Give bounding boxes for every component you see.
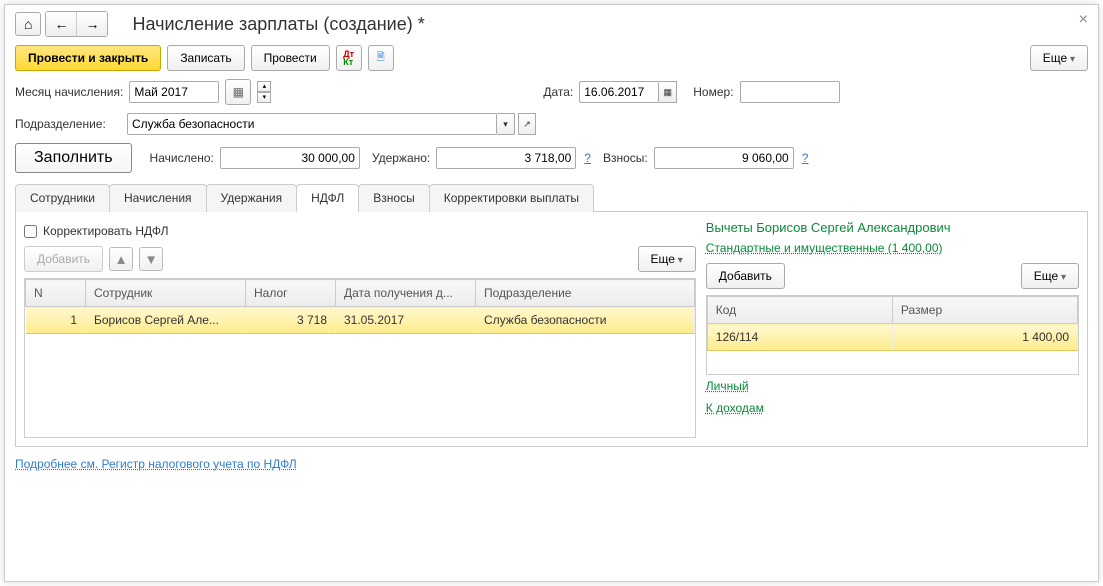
- cell-amount: 1 400,00: [892, 324, 1077, 351]
- subdivision-dropdown-button[interactable]: ▾: [497, 113, 515, 135]
- cell-employee: Борисов Сергей Але...: [86, 307, 246, 334]
- back-button[interactable]: ←: [46, 12, 77, 36]
- subdivision-input[interactable]: [127, 113, 497, 135]
- correct-ndfl-checkbox[interactable]: [24, 225, 37, 238]
- add-row-button[interactable]: Добавить: [24, 246, 103, 272]
- col-amount[interactable]: Размер: [892, 297, 1077, 324]
- contrib-label: Взносы:: [603, 151, 648, 165]
- date-calendar-button[interactable]: ▦: [659, 81, 677, 103]
- date-label: Дата:: [543, 85, 573, 99]
- table-row[interactable]: 126/114 1 400,00: [707, 324, 1077, 351]
- personal-link[interactable]: Личный: [706, 379, 1079, 393]
- dtkt-button[interactable]: ДтКт: [336, 45, 362, 71]
- month-label: Месяц начисления:: [15, 85, 123, 99]
- to-income-link[interactable]: К доходам: [706, 401, 1079, 415]
- accrued-label: Начислено:: [150, 151, 214, 165]
- col-income-date[interactable]: Дата получения д...: [336, 280, 476, 307]
- col-subdivision[interactable]: Подразделение: [476, 280, 695, 307]
- footer-link[interactable]: Подробнее см. Регистр налогового учета п…: [5, 447, 307, 481]
- col-code[interactable]: Код: [707, 297, 892, 324]
- withheld-input[interactable]: [436, 147, 576, 169]
- post-and-close-button[interactable]: Провести и закрыть: [15, 45, 161, 71]
- tab-employees[interactable]: Сотрудники: [15, 184, 110, 212]
- tab-withholdings[interactable]: Удержания: [206, 184, 298, 212]
- subdivision-label: Подразделение:: [15, 117, 121, 131]
- col-tax[interactable]: Налог: [246, 280, 336, 307]
- move-down-button[interactable]: ▼: [139, 247, 163, 271]
- save-button[interactable]: Записать: [167, 45, 244, 71]
- close-button[interactable]: ×: [1079, 11, 1088, 29]
- cell-code: 126/114: [707, 324, 892, 351]
- home-button[interactable]: ⌂: [15, 12, 41, 36]
- correct-ndfl-label: Корректировать НДФЛ: [43, 224, 168, 238]
- month-up-button[interactable]: ▴: [257, 81, 271, 92]
- month-input[interactable]: [129, 81, 219, 103]
- table-more-button[interactable]: Еще: [638, 246, 696, 272]
- tab-contributions[interactable]: Взносы: [358, 184, 429, 212]
- post-button[interactable]: Провести: [251, 45, 330, 71]
- cell-date: 31.05.2017: [336, 307, 476, 334]
- tab-corrections[interactable]: Корректировки выплаты: [429, 184, 594, 212]
- fill-button[interactable]: Заполнить: [15, 143, 132, 173]
- col-employee[interactable]: Сотрудник: [86, 280, 246, 307]
- move-up-button[interactable]: ▲: [109, 247, 133, 271]
- month-down-button[interactable]: ▾: [257, 92, 271, 103]
- cell-subdiv: Служба безопасности: [476, 307, 695, 334]
- deductions-more-button[interactable]: Еще: [1021, 263, 1079, 289]
- withheld-help[interactable]: ?: [584, 151, 591, 165]
- withheld-label: Удержано:: [372, 151, 430, 165]
- deductions-table: Код Размер 126/114 1 400,00: [707, 296, 1078, 351]
- calendar-icon: [233, 85, 244, 99]
- deductions-heading: Вычеты Борисов Сергей Александрович: [706, 220, 1079, 235]
- number-label: Номер:: [693, 85, 733, 99]
- accrued-input[interactable]: [220, 147, 360, 169]
- number-input[interactable]: [740, 81, 840, 103]
- cell-n: 1: [26, 307, 86, 334]
- contrib-help[interactable]: ?: [802, 151, 809, 165]
- ndfl-table: N Сотрудник Налог Дата получения д... По…: [25, 279, 695, 334]
- table-row[interactable]: 1 Борисов Сергей Але... 3 718 31.05.2017…: [26, 307, 695, 334]
- month-calendar-button[interactable]: [225, 79, 251, 105]
- tab-accruals[interactable]: Начисления: [109, 184, 207, 212]
- tab-ndfl[interactable]: НДФЛ: [296, 184, 359, 212]
- col-n[interactable]: N: [26, 280, 86, 307]
- contrib-input[interactable]: [654, 147, 794, 169]
- attach-button[interactable]: 🗎: [368, 45, 394, 71]
- subdivision-open-button[interactable]: ↗: [518, 113, 536, 135]
- forward-button[interactable]: →: [77, 12, 107, 36]
- window-title: Начисление зарплаты (создание) *: [132, 14, 424, 35]
- deductions-add-button[interactable]: Добавить: [706, 263, 785, 289]
- more-button[interactable]: Еще: [1030, 45, 1088, 71]
- date-input[interactable]: [579, 81, 659, 103]
- cell-tax: 3 718: [246, 307, 336, 334]
- std-deductions-link[interactable]: Стандартные и имущественные (1 400,00): [706, 241, 1079, 255]
